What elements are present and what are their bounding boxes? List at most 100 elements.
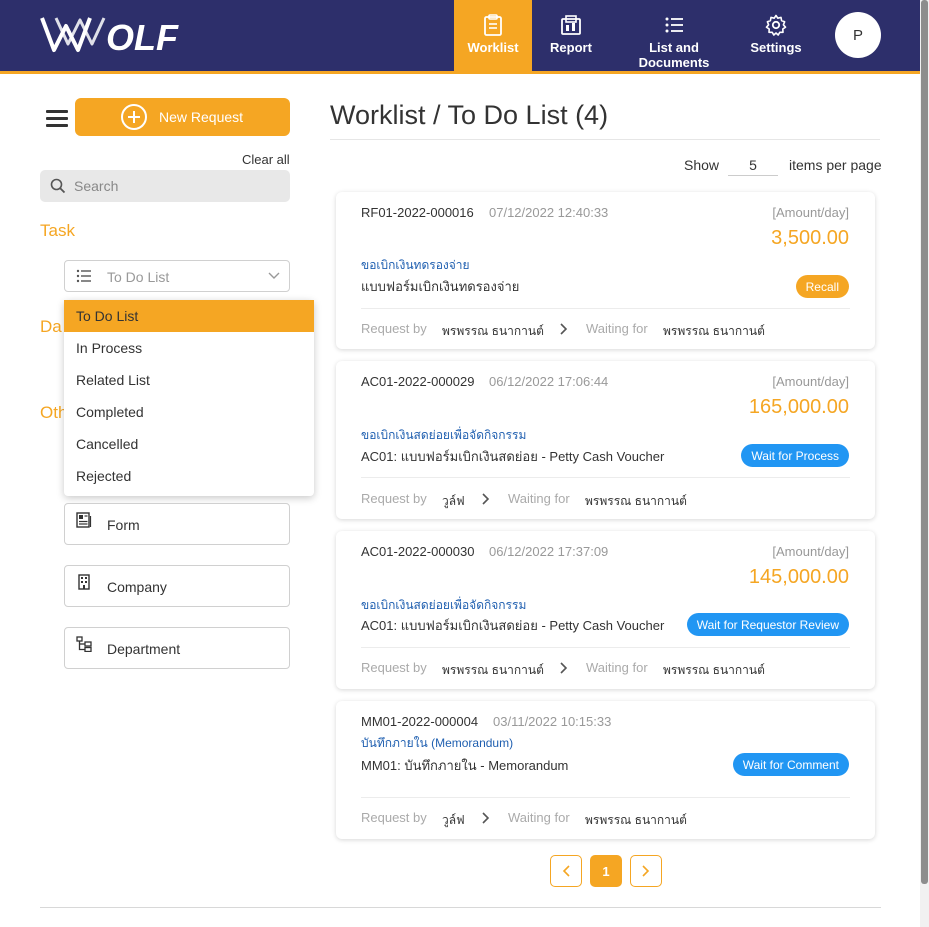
waiting-for-value: พรพรรณ ธนากานต์ [585,494,687,508]
chevron-right-icon [482,493,490,505]
dropdown-option-in-process[interactable]: In Process [64,332,314,364]
dropdown-option-rejected[interactable]: Rejected [64,460,314,492]
amount-label: [Amount/day] [772,374,849,389]
user-avatar[interactable]: P [835,12,881,58]
form-name: MM01: บันทึกภายใน - Memorandum [361,758,569,773]
filter-company-label: Company [107,579,167,595]
svg-text:OLF: OLF [106,17,179,56]
wolf-logo[interactable]: OLF [40,14,210,56]
form-name: AC01: แบบฟอร์มเบิกเงินสดย่อย - Petty Cas… [361,449,665,464]
clipboard-icon [484,14,502,36]
waiting-for-label: Waiting for [586,660,648,675]
amount-label: [Amount/day] [772,544,849,559]
waiting-for-label: Waiting for [508,491,570,506]
task-select[interactable]: To Do List [64,260,290,292]
menu-toggle-button[interactable] [46,110,68,128]
document-date: 06/12/2022 17:37:09 [489,544,609,559]
worklist-card[interactable]: RF01-2022-000016 07/12/2022 12:40:33 [Am… [336,192,875,349]
document-number: AC01-2022-000029 [361,374,475,389]
chevron-left-icon [562,865,570,877]
nav-report[interactable]: Report [540,0,602,71]
footer-divider [40,907,881,908]
items-per-page-label: items per page [789,157,882,173]
title-divider [330,139,880,140]
pagination-next-button[interactable] [630,855,662,887]
new-request-label: New Request [159,109,244,125]
page-title: Worklist / To Do List (4) [330,100,609,130]
filter-form-label: Form [107,517,140,533]
document-date: 07/12/2022 12:40:33 [489,205,609,220]
status-badge[interactable]: Recall [795,275,849,298]
request-by-value: วูล์ฟ [442,813,465,827]
dropdown-option-cancelled[interactable]: Cancelled [64,428,314,460]
task-select-value: To Do List [107,269,170,285]
list-icon [76,269,91,283]
waiting-for-value: พรพรรณ ธนากานต์ [663,663,765,677]
amount-value: 165,000.00 [748,396,849,418]
amount-value: 3,500.00 [771,227,849,249]
nav-worklist-label: Worklist [467,40,519,55]
worklist-card[interactable]: AC01-2022-000030 06/12/2022 17:37:09 [Am… [336,531,875,689]
new-request-button[interactable]: New Request [75,98,290,136]
nav-settings-label: Settings [750,40,802,55]
request-category: ขอเบิกเงินสดย่อยเพื่อจัดกิจกรรม [361,428,527,442]
pagination-page-button[interactable]: 1 [590,855,622,887]
gear-icon [765,14,787,36]
amount-value: 145,000.00 [748,566,849,588]
request-category: ขอเบิกเงินทดรองจ่าย [361,258,470,272]
dropdown-option-related-list[interactable]: Related List [64,364,314,396]
document-number: MM01-2022-000004 [361,714,479,729]
waiting-for-value: พรพรรณ ธนากานต์ [585,813,687,827]
request-by-label: Request by [361,810,427,825]
document-number: RF01-2022-000016 [361,205,474,220]
chevron-right-icon [560,662,568,674]
nav-worklist[interactable]: Worklist [454,0,532,71]
plus-circle-icon [121,104,147,130]
chevron-right-icon [642,865,650,877]
request-by-value: พรพรรณ ธนากานต์ [442,663,544,677]
nav-list-and-documents[interactable]: List and Documents [612,0,736,71]
nav-list-and-documents-label: List and Documents [638,40,710,70]
request-category: ขอเบิกเงินสดย่อยเพื่อจัดกิจกรรม [361,598,527,612]
nav-report-label: Report [550,40,592,55]
hamburger-icon [46,110,68,113]
dropdown-option-completed[interactable]: Completed [64,396,314,428]
filter-department-label: Department [107,641,181,657]
list-icon [665,17,683,33]
document-date: 06/12/2022 17:06:44 [489,374,609,389]
filter-department-button[interactable]: Department [64,627,290,669]
waiting-for-label: Waiting for [508,810,570,825]
filter-company-button[interactable]: Company [64,565,290,607]
request-by-value: วูล์ฟ [442,494,465,508]
scrollbar-thumb[interactable] [921,0,928,884]
form-name: AC01: แบบฟอร์มเบิกเงินสดย่อย - Petty Cas… [361,618,665,633]
card-divider [361,647,850,648]
chevron-right-icon [560,323,568,335]
amount-label: [Amount/day] [772,205,849,220]
document-number: AC01-2022-000030 [361,544,475,559]
waiting-for-label: Waiting for [586,321,648,336]
request-by-label: Request by [361,660,427,675]
dropdown-option-to-do-list[interactable]: To Do List [64,300,314,332]
pagination-prev-button[interactable] [550,855,582,887]
filter-form-button[interactable]: Form [64,503,290,545]
org-chart-icon [76,636,92,652]
task-dropdown-menu: To Do List In Process Related List Compl… [64,300,314,496]
card-divider [361,797,850,798]
worklist-card[interactable]: MM01-2022-000004 03/11/2022 10:15:33 บัน… [336,701,875,839]
document-date: 03/11/2022 10:15:33 [493,714,612,729]
clear-all-link[interactable]: Clear all [242,152,290,167]
task-heading: Task [40,221,75,240]
status-badge[interactable]: Wait for Process [741,444,849,467]
search-input[interactable] [74,170,274,202]
status-badge[interactable]: Wait for Requestor Review [686,613,849,636]
request-by-value: พรพรรณ ธนากานต์ [442,324,544,338]
status-badge[interactable]: Wait for Comment [732,753,849,776]
worklist-card[interactable]: AC01-2022-000029 06/12/2022 17:06:44 [Am… [336,361,875,519]
top-navigation-bar: OLF Worklist Report List and Documents S… [0,0,920,71]
nav-settings[interactable]: Settings [746,0,806,71]
search-icon [50,178,66,194]
items-per-page-input[interactable] [728,154,778,176]
card-divider [361,308,850,309]
date-heading: Da [40,317,62,336]
